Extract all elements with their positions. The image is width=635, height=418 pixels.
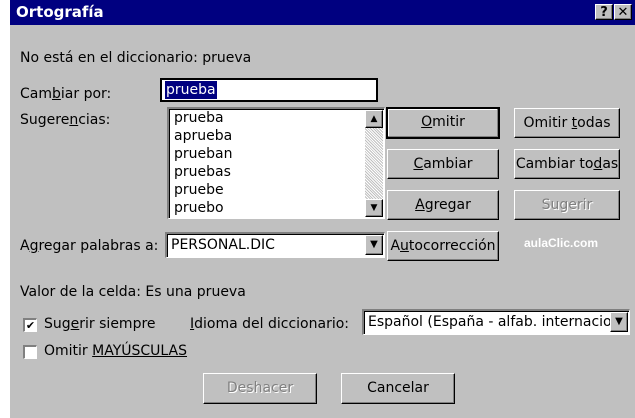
not-in-dictionary-label: No está en el diccionario: prueva — [20, 50, 252, 66]
add-button[interactable]: Agregar — [387, 190, 499, 220]
ignore-uppercase-label[interactable]: Omitir MAYÚSCULAS — [44, 343, 187, 359]
add-words-dropdown[interactable]: PERSONAL.DIC ▼ — [165, 232, 385, 258]
dictionary-language-value: Español (España - alfab. internacio — [368, 314, 612, 330]
cell-value-label: Valor de la celda: Es una prueva — [20, 284, 246, 300]
ignore-uppercase-checkbox[interactable] — [23, 345, 37, 359]
spelling-dialog: Ortografía ? ✕ No está en el diccionario… — [8, 0, 635, 418]
close-icon: ✕ — [617, 5, 629, 20]
list-item[interactable]: pruebe — [171, 181, 357, 199]
window-title: Ortografía — [16, 3, 104, 21]
change-button[interactable]: Cambiar — [387, 149, 499, 179]
scroll-up-button[interactable]: ▲ — [365, 110, 383, 128]
suggest-button[interactable]: Sugerir — [514, 190, 620, 220]
suggestions-items: prueba aprueba prueban pruebas pruebe pr… — [171, 109, 357, 217]
dictionary-language-dropdown[interactable]: Español (España - alfab. internacio ▼ — [362, 309, 630, 335]
change-to-label: Cambiar por: — [20, 86, 112, 102]
list-item[interactable]: pruebas — [171, 163, 357, 181]
list-item[interactable]: prueba — [171, 109, 357, 127]
undo-button[interactable]: Deshacer — [203, 373, 317, 404]
add-words-dropdown-arrow[interactable]: ▼ — [365, 235, 383, 255]
list-item[interactable]: pruebo — [171, 199, 357, 217]
ignore-all-button[interactable]: Omitir todas — [514, 108, 620, 138]
watermark-label: aulaClic.com — [524, 236, 599, 250]
close-button[interactable]: ✕ — [614, 4, 632, 20]
chevron-down-icon: ▼ — [370, 239, 378, 250]
change-to-value: prueba — [165, 81, 217, 99]
change-to-input[interactable]: prueba — [160, 78, 378, 102]
add-words-label: Agregar palabras a: — [20, 238, 159, 254]
scroll-up-icon: ▲ — [370, 114, 378, 124]
dictionary-language-dropdown-arrow[interactable]: ▼ — [610, 312, 628, 332]
suggestions-scrollbar[interactable]: ▲ ▼ — [365, 110, 383, 217]
suggest-always-label[interactable]: Sugerir siempre — [44, 316, 156, 332]
scroll-down-icon: ▼ — [370, 203, 378, 213]
chevron-down-icon: ▼ — [615, 316, 623, 327]
list-item[interactable]: aprueba — [171, 127, 357, 145]
add-words-value: PERSONAL.DIC — [171, 237, 275, 253]
autocorrect-button[interactable]: Autocorrección — [387, 231, 499, 261]
suggestions-label: Sugerencias: — [20, 112, 111, 128]
suggest-always-checkbox[interactable]: ✔ — [23, 318, 37, 332]
help-button[interactable]: ? — [595, 4, 613, 20]
suggestions-list[interactable]: prueba aprueba prueban pruebas pruebe pr… — [167, 107, 385, 219]
dictionary-language-label: Idioma del diccionario: — [190, 316, 349, 332]
check-icon: ✔ — [25, 319, 36, 332]
change-all-button[interactable]: Cambiar todas — [514, 149, 620, 179]
title-bar: Ortografía ? ✕ — [10, 0, 635, 25]
scroll-down-button[interactable]: ▼ — [365, 199, 383, 217]
cancel-button[interactable]: Cancelar — [341, 373, 455, 404]
ignore-button[interactable]: Omitir — [386, 107, 500, 139]
list-item[interactable]: prueban — [171, 145, 357, 163]
help-icon: ? — [600, 5, 608, 20]
